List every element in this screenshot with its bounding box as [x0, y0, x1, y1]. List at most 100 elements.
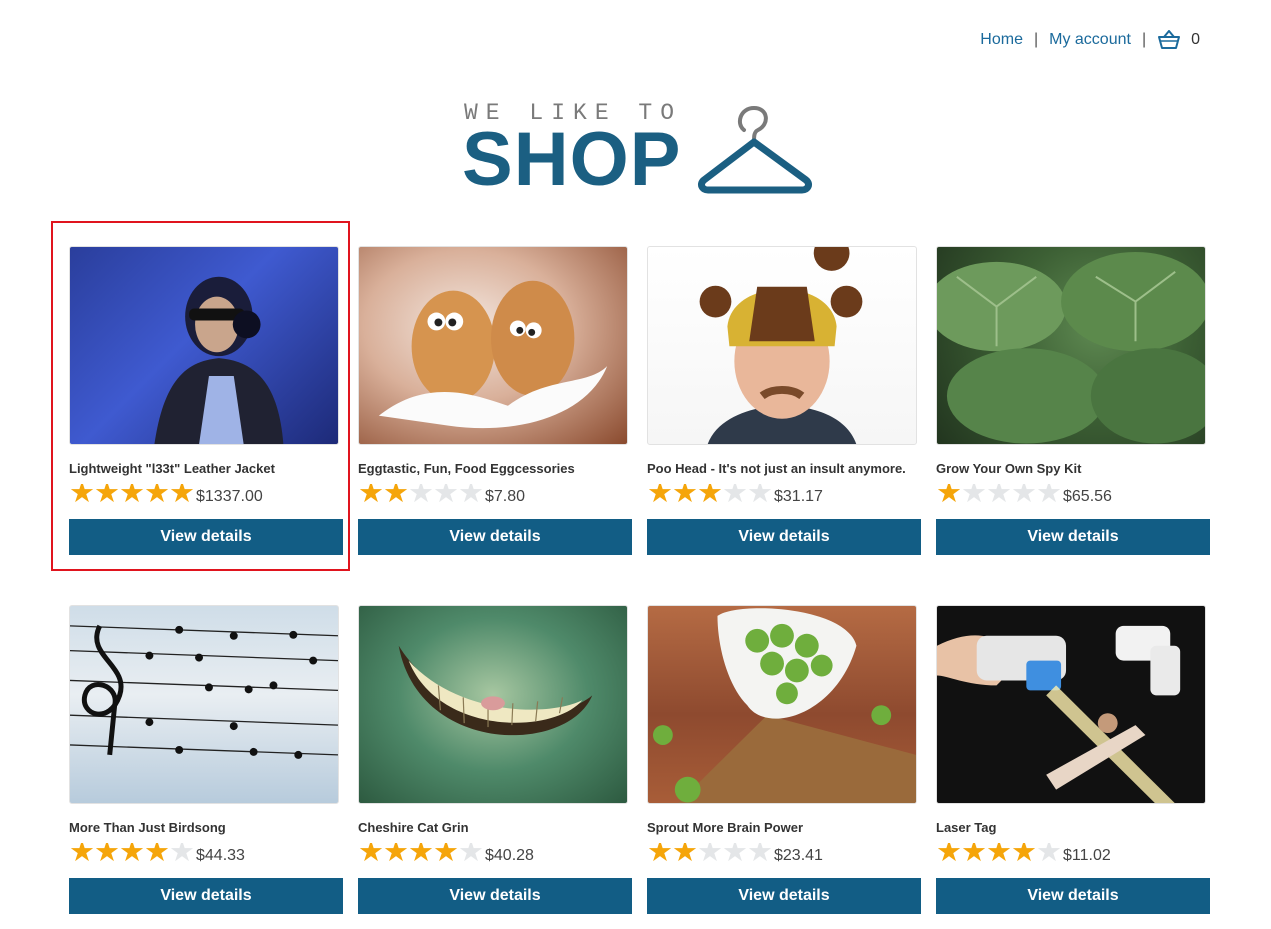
man-in-poo-head-hat-photo[interactable] [647, 246, 917, 445]
star-empty-icon [169, 843, 194, 867]
my-account-link[interactable]: My account [1049, 31, 1131, 49]
view-details-button[interactable]: View details [69, 519, 343, 555]
star-empty-icon [433, 484, 458, 508]
star-filled-icon [672, 484, 697, 508]
top-nav: Home | My account | 0 [980, 30, 1200, 50]
product-card: Lightweight "l33t" Leather Jacket $1337.0… [69, 246, 343, 555]
rating-price-row: $40.28 [358, 842, 632, 868]
product-price: $11.02 [1063, 847, 1111, 864]
birds-on-music-wires-photo[interactable] [69, 605, 339, 804]
product-card: Cheshire Cat Grin $40.28 View details [358, 605, 632, 914]
star-filled-icon [69, 484, 94, 508]
view-details-button[interactable]: View details [647, 519, 921, 555]
star-filled-icon [358, 843, 383, 867]
star-filled-icon [1011, 843, 1036, 867]
product-card: Laser Tag $11.02 View details [936, 605, 1210, 914]
product-title: Lightweight "l33t" Leather Jacket [69, 461, 275, 476]
product-title: Cheshire Cat Grin [358, 820, 469, 835]
star-filled-icon [647, 843, 672, 867]
star-empty-icon [1036, 484, 1061, 508]
product-price: $1337.00 [196, 488, 263, 505]
star-empty-icon [1036, 843, 1061, 867]
rating-price-row: $23.41 [647, 842, 921, 868]
star-filled-icon [408, 843, 433, 867]
star-rating [647, 484, 772, 508]
product-grid: Lightweight "l33t" Leather Jacket $1337.0… [69, 246, 1210, 914]
star-filled-icon [647, 484, 672, 508]
product-price: $65.56 [1063, 488, 1112, 505]
product-card: Poo Head - It's not just an insult anymo… [647, 246, 921, 555]
cat-grin-photo[interactable] [358, 605, 628, 804]
logo-title: SHOP [462, 117, 682, 202]
product-title: Laser Tag [936, 820, 997, 835]
star-rating [358, 843, 483, 867]
star-filled-icon [94, 843, 119, 867]
view-details-button[interactable]: View details [647, 878, 921, 914]
star-empty-icon [722, 484, 747, 508]
rating-price-row: $31.17 [647, 483, 921, 509]
nav-separator: | [1141, 31, 1147, 48]
star-filled-icon [169, 484, 194, 508]
star-filled-icon [358, 484, 383, 508]
shop-logo[interactable]: WE LIKE TO SHOP [462, 98, 822, 198]
star-rating [358, 484, 483, 508]
eggs-with-eyes-photo[interactable] [358, 246, 628, 445]
laser-tag-guns-photo[interactable] [936, 605, 1206, 804]
star-filled-icon [697, 484, 722, 508]
star-empty-icon [697, 843, 722, 867]
star-filled-icon [144, 484, 169, 508]
star-empty-icon [408, 484, 433, 508]
product-title: Poo Head - It's not just an insult anymo… [647, 461, 906, 476]
star-empty-icon [961, 484, 986, 508]
star-filled-icon [936, 843, 961, 867]
green-leaves-photo[interactable] [936, 246, 1206, 445]
star-empty-icon [747, 484, 772, 508]
star-rating [936, 843, 1061, 867]
star-empty-icon [722, 843, 747, 867]
star-rating [69, 843, 194, 867]
cart-link[interactable]: 0 [1157, 30, 1200, 50]
star-rating [647, 843, 772, 867]
product-card: Eggtastic, Fun, Food Eggcessories $7.80 Vi… [358, 246, 632, 555]
product-title: More Than Just Birdsong [69, 820, 226, 835]
star-rating [936, 484, 1061, 508]
star-empty-icon [986, 484, 1011, 508]
product-title: Sprout More Brain Power [647, 820, 804, 835]
basket-icon [1157, 30, 1181, 50]
star-filled-icon [144, 843, 169, 867]
product-price: $23.41 [774, 847, 823, 864]
view-details-button[interactable]: View details [358, 519, 632, 555]
product-price: $40.28 [485, 847, 534, 864]
rating-price-row: $7.80 [358, 483, 632, 509]
star-filled-icon [672, 843, 697, 867]
view-details-button[interactable]: View details [936, 519, 1210, 555]
product-price: $7.80 [485, 488, 526, 505]
product-card: More Than Just Birdsong $44.33 View detail… [69, 605, 343, 914]
rating-price-row: $1337.00 [69, 483, 343, 509]
star-filled-icon [94, 484, 119, 508]
product-title: Grow Your Own Spy Kit [936, 461, 1082, 476]
star-empty-icon [747, 843, 772, 867]
star-filled-icon [986, 843, 1011, 867]
star-filled-icon [383, 484, 408, 508]
brussels-sprouts-photo[interactable] [647, 605, 917, 804]
home-link[interactable]: Home [980, 31, 1023, 49]
rating-price-row: $44.33 [69, 842, 343, 868]
view-details-button[interactable]: View details [936, 878, 1210, 914]
star-empty-icon [458, 843, 483, 867]
rating-price-row: $11.02 [936, 842, 1210, 868]
star-empty-icon [458, 484, 483, 508]
woman-with-headphones-photo[interactable] [69, 246, 339, 445]
product-title: Eggtastic, Fun, Food Eggcessories [358, 461, 575, 476]
star-filled-icon [119, 843, 144, 867]
star-filled-icon [936, 484, 961, 508]
nav-separator: | [1033, 31, 1039, 48]
star-filled-icon [383, 843, 408, 867]
view-details-button[interactable]: View details [69, 878, 343, 914]
product-card: Grow Your Own Spy Kit $65.56 View details [936, 246, 1210, 555]
cart-count: 0 [1191, 31, 1200, 48]
star-rating [69, 484, 194, 508]
hanger-icon [696, 102, 816, 199]
product-price: $44.33 [196, 847, 245, 864]
view-details-button[interactable]: View details [358, 878, 632, 914]
